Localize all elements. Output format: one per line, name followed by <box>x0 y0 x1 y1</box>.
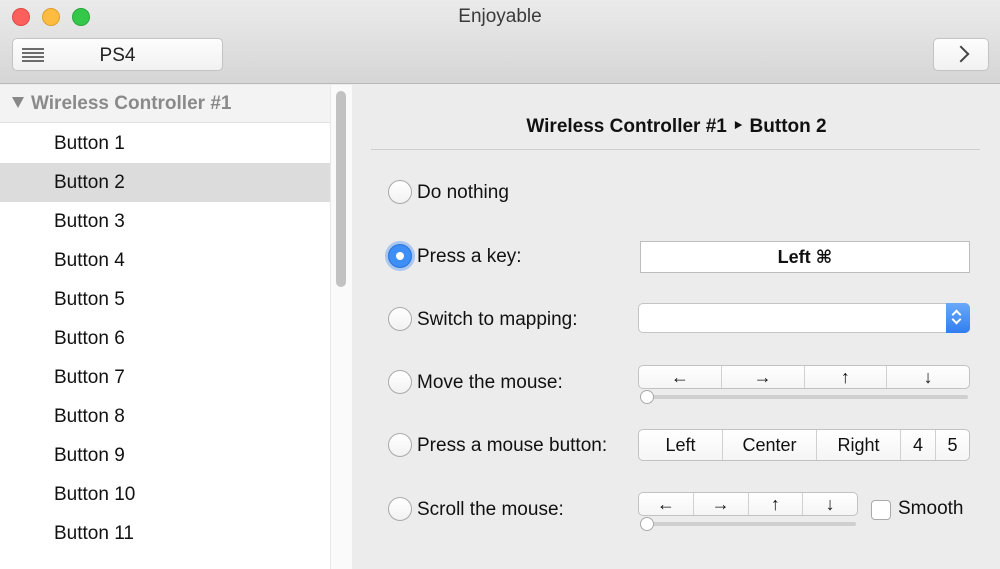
radio-switch-mapping[interactable] <box>388 307 412 331</box>
window-title: Enjoyable <box>458 6 542 27</box>
sidebar-item-label: Button 3 <box>54 211 125 232</box>
mapping-name: PS4 <box>99 45 136 66</box>
sidebar-item-label: Button 5 <box>54 289 125 310</box>
group-label: Wireless Controller #1 <box>31 93 232 114</box>
disclosure-triangle-icon[interactable] <box>12 97 24 108</box>
switch-mapping-label: Switch to mapping: <box>417 309 578 330</box>
scroll-down-segment[interactable]: ↓ <box>803 493 857 515</box>
next-button[interactable] <box>933 38 989 71</box>
mouse-button-control: Left Center Right 4 5 <box>638 429 970 461</box>
sidebar-item-button-3[interactable]: Button 3 <box>0 202 330 241</box>
sidebar-item-button-10[interactable]: Button 10 <box>0 475 330 514</box>
mouse-center-segment[interactable]: Center <box>723 430 817 460</box>
button-list: Button 1 Button 2 Button 3 Button 4 Button 5… <box>0 124 330 553</box>
sidebar-item-button-6[interactable]: Button 6 <box>0 319 330 358</box>
move-left-segment[interactable]: ← <box>639 366 722 388</box>
detail-title: Wireless Controller #1 ‣ Button 2 <box>526 116 827 137</box>
scroll-speed-slider[interactable] <box>640 522 856 526</box>
scroll-direction-control: ← → ↑ ↓ <box>638 492 858 516</box>
sidebar-item-label: Button 11 <box>54 523 134 544</box>
sidebar-item-button-2[interactable]: Button 2 <box>0 163 330 202</box>
radio-scroll-mouse[interactable] <box>388 497 412 521</box>
do-nothing-label: Do nothing <box>417 182 509 203</box>
move-up-segment[interactable]: ↑ <box>805 366 888 388</box>
radio-do-nothing[interactable] <box>388 180 412 204</box>
scroll-right-segment[interactable]: → <box>694 493 749 515</box>
scrollbar-thumb[interactable] <box>336 91 346 287</box>
press-key-label: Press a key: <box>417 246 522 267</box>
mouse-left-segment[interactable]: Left <box>639 430 723 460</box>
move-mouse-label: Move the mouse: <box>417 372 563 393</box>
sidebar-item-label: Button 7 <box>54 367 125 388</box>
sidebar-item-label: Button 6 <box>54 328 125 349</box>
sidebar: Wireless Controller #1 Button 1 Button 2B… <box>0 85 352 569</box>
scroll-left-segment[interactable]: ← <box>639 493 694 515</box>
sidebar-item-button-9[interactable]: Button 9 <box>0 436 330 475</box>
title-bar: Enjoyable PS4 <box>0 0 1000 84</box>
mouse-5-segment[interactable]: 5 <box>936 430 969 460</box>
chevron-right-icon <box>952 45 970 63</box>
press-mouse-button-label: Press a mouse button: <box>417 435 608 456</box>
sidebar-item-button-8[interactable]: Button 8 <box>0 397 330 436</box>
sidebar-item-button-5[interactable]: Button 5 <box>0 280 330 319</box>
smooth-checkbox[interactable] <box>871 500 891 520</box>
radio-press-key[interactable] <box>388 244 412 268</box>
scroll-speed-knob[interactable] <box>640 517 654 531</box>
sidebar-group-header[interactable]: Wireless Controller #1 <box>0 85 330 123</box>
mapping-selector-button[interactable]: PS4 <box>12 38 223 71</box>
sidebar-item-button-4[interactable]: Button 4 <box>0 241 330 280</box>
radio-press-mouse-button[interactable] <box>388 433 412 457</box>
scroll-up-segment[interactable]: ↑ <box>749 493 804 515</box>
sidebar-item-label: Button 4 <box>54 250 125 271</box>
sidebar-item-button-1[interactable]: Button 1 <box>0 124 330 163</box>
move-speed-slider[interactable] <box>640 395 968 399</box>
mouse-right-segment[interactable]: Right <box>817 430 901 460</box>
divider <box>371 149 980 150</box>
sidebar-item-button-7[interactable]: Button 7 <box>0 358 330 397</box>
sidebar-item-label: Button 8 <box>54 406 125 427</box>
smooth-label: Smooth <box>898 498 964 519</box>
move-right-segment[interactable]: → <box>722 366 805 388</box>
mapping-popup[interactable] <box>638 303 970 333</box>
sidebar-item-label: Button 9 <box>54 445 125 466</box>
detail-pane: Wireless Controller #1 ‣ Button 2 Do not… <box>353 85 1000 569</box>
move-speed-knob[interactable] <box>640 390 654 404</box>
sidebar-item-label: Button 2 <box>54 172 125 193</box>
sidebar-item-label: Button 1 <box>54 133 125 154</box>
sidebar-item-label: Button 10 <box>54 484 136 505</box>
app-window: Enjoyable PS4 Wireless Controller #1 But… <box>0 0 1000 569</box>
scroll-mouse-label: Scroll the mouse: <box>417 499 564 520</box>
key-field[interactable]: Left ⌘ <box>640 241 970 273</box>
radio-move-mouse[interactable] <box>388 370 412 394</box>
sidebar-item-button-11[interactable]: Button 11 <box>0 514 330 553</box>
move-direction-control: ← → ↑ ↓ <box>638 365 970 389</box>
move-down-segment[interactable]: ↓ <box>887 366 969 388</box>
popup-arrows-icon <box>946 303 970 333</box>
mouse-4-segment[interactable]: 4 <box>901 430 936 460</box>
